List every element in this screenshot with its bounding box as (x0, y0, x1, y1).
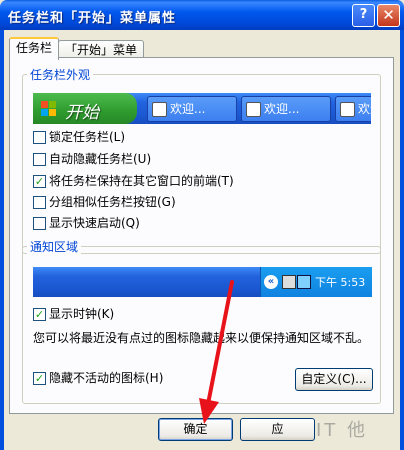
auto-hide-checkbox[interactable] (33, 153, 46, 166)
taskbar-button-preview: 欢迎... (241, 96, 331, 122)
window-icon (246, 102, 261, 117)
start-label: 开始 (65, 103, 99, 123)
taskbar-button-label: 欢迎... (170, 102, 206, 116)
start-button-preview: 开始 (33, 93, 137, 124)
hide-inactive-label: 隐藏不活动的图标(H) (49, 371, 164, 385)
notification-area-title: 通知区域 (27, 238, 82, 255)
keep-on-top-label: 将任务栏保持在其它窗口的前端(T) (49, 174, 234, 188)
taskbar-appearance-title: 任务栏外观 (27, 66, 94, 83)
windows-logo-icon (41, 101, 57, 117)
taskbar-button-preview: 欢迎... (147, 96, 237, 122)
lock-taskbar-label: 锁定任务栏(L) (49, 130, 126, 144)
hide-inactive-checkbox[interactable]: ✓ (33, 372, 46, 385)
watermark-logo: IT 他 (316, 420, 369, 441)
cancel-button[interactable]: 应 (240, 418, 315, 441)
show-clock-label: 显示时钟(K) (49, 307, 115, 321)
lock-taskbar-checkbox[interactable] (33, 131, 46, 144)
tab-start-menu-label: 「开始」菜单 (64, 43, 137, 57)
volume-icon (297, 275, 311, 289)
title-bar[interactable]: 任务栏和「开始」菜单属性 ? ✕ (0, 0, 404, 30)
quick-launch-label: 显示快速启动(Q) (49, 216, 140, 230)
network-icon (282, 275, 296, 289)
keep-on-top-checkbox[interactable]: ✓ (33, 175, 46, 188)
taskbar-button-label: 欢迎... (264, 102, 300, 116)
help-icon: ? (359, 7, 368, 22)
taskbar-button-label: 欢迎 (358, 102, 371, 116)
tab-taskbar-label: 任务栏 (15, 41, 52, 55)
chevron-left-icon: « (264, 275, 278, 289)
window-frame-left (0, 30, 4, 450)
close-button[interactable]: ✕ (377, 4, 400, 27)
group-buttons-label: 分组相似任务栏按钮(G) (49, 195, 176, 209)
clock-preview: 下午 5:53 (315, 276, 366, 289)
auto-hide-label: 自动隐藏任务栏(U) (49, 152, 152, 166)
window-icon (152, 102, 167, 117)
taskbar-button-preview: 欢迎 (335, 96, 371, 122)
window-title: 任务栏和「开始」菜单属性 (8, 11, 177, 26)
show-clock-checkbox[interactable]: ✓ (33, 308, 46, 321)
notification-info-text: 您可以将最近没有点过的图标隐藏起来以便保持通知区域不乱。 (33, 331, 370, 345)
notification-area-preview: « 下午 5:53 (33, 267, 372, 297)
customize-button[interactable]: 自定义(C)... (295, 368, 373, 391)
window-icon (340, 102, 355, 117)
ok-button[interactable]: 确定 (158, 418, 233, 441)
taskbar-preview: 开始 欢迎... 欢迎... 欢迎 (33, 93, 371, 124)
help-button[interactable]: ? (352, 4, 375, 27)
close-icon: ✕ (382, 6, 395, 24)
window-frame-right (400, 30, 404, 450)
quick-launch-checkbox[interactable] (33, 217, 46, 230)
system-tray-preview: « 下午 5:53 (260, 267, 372, 297)
group-buttons-checkbox[interactable] (33, 196, 46, 209)
tab-taskbar[interactable]: 任务栏 (9, 37, 59, 60)
